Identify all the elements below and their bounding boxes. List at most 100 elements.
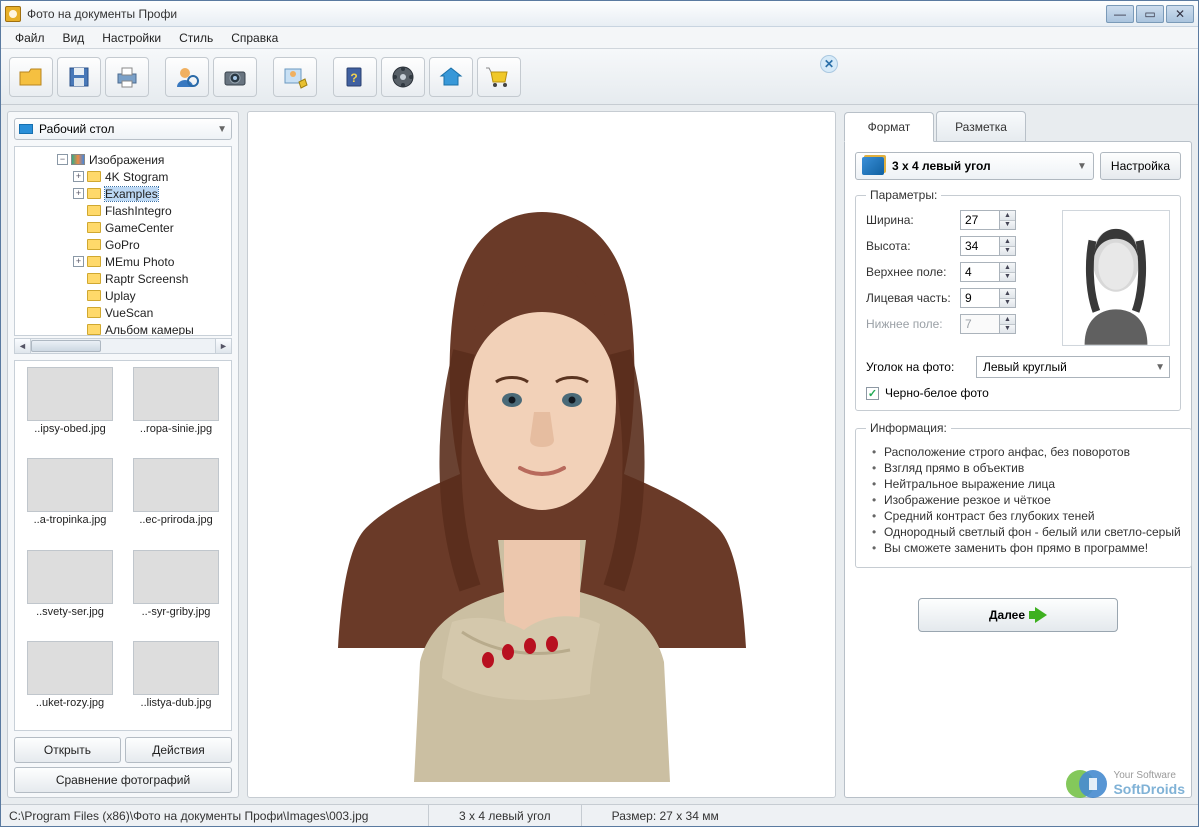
tree-item[interactable]: Raptr Screensh (17, 270, 229, 287)
info-item: Взгляд прямо в объектив (872, 461, 1181, 475)
toolbar-help-button[interactable]: ? (333, 57, 377, 97)
close-panel-icon[interactable]: ✕ (820, 55, 838, 73)
menu-file[interactable]: Файл (7, 29, 53, 47)
thumbnail-caption: ..svety-ser.jpg (21, 606, 119, 618)
spin-down[interactable]: ▼ (1000, 273, 1015, 282)
minimize-button[interactable]: — (1106, 5, 1134, 23)
thumbnail[interactable]: ..ec-priroda.jpg (127, 458, 225, 545)
thumbnail[interactable]: ..a-tropinka.jpg (21, 458, 119, 545)
bottom-input (961, 315, 999, 333)
top-input[interactable] (961, 263, 999, 281)
spin-up[interactable]: ▲ (1000, 237, 1015, 247)
width-input[interactable] (961, 211, 999, 229)
top-stepper[interactable]: ▲▼ (960, 262, 1016, 282)
toolbar-cart-button[interactable] (477, 57, 521, 97)
spin-down[interactable]: ▼ (1000, 221, 1015, 230)
tree-root[interactable]: − Изображения (17, 151, 229, 168)
spin-up[interactable]: ▲ (1000, 263, 1015, 273)
folder-icon (87, 239, 101, 250)
folder-tree[interactable]: − Изображения +4K Stogram+ExamplesFlashI… (14, 146, 232, 336)
spin-down[interactable]: ▼ (1000, 247, 1015, 256)
tree-item[interactable]: Альбом камеры (17, 321, 229, 336)
scroll-thumb[interactable] (31, 340, 101, 352)
compare-button[interactable]: Сравнение фотографий (14, 767, 232, 793)
toolbar-home-button[interactable] (429, 57, 473, 97)
menu-settings[interactable]: Настройки (94, 29, 169, 47)
statusbar: C:\Program Files (x86)\Фото на документы… (1, 804, 1198, 826)
expand-icon[interactable]: + (73, 256, 84, 267)
tab-body: 3 x 4 левый угол ▼ Настройка Параметры: … (844, 141, 1192, 798)
tree-item[interactable]: Uplay (17, 287, 229, 304)
toolbar: ? ✕ (1, 49, 1198, 105)
scroll-left-button[interactable]: ◄ (15, 339, 31, 353)
tree-item[interactable]: GameCenter (17, 219, 229, 236)
tree-item[interactable]: +MEmu Photo (17, 253, 229, 270)
format-settings-button[interactable]: Настройка (1100, 152, 1181, 180)
left-panel: Рабочий стол ▼ − Изображения +4K Stogram… (7, 111, 239, 798)
scroll-track[interactable] (31, 339, 215, 353)
height-input[interactable] (961, 237, 999, 255)
menu-view[interactable]: Вид (55, 29, 93, 47)
tree-hscrollbar[interactable]: ◄ ► (14, 338, 232, 354)
thumbnail[interactable]: ..ropa-sinie.jpg (127, 367, 225, 454)
toolbar-print-button[interactable] (105, 57, 149, 97)
preview-thumbnail (1062, 210, 1170, 346)
maximize-button[interactable]: ▭ (1136, 5, 1164, 23)
tab-layout[interactable]: Разметка (936, 111, 1026, 141)
tree-item[interactable]: + Examples (17, 185, 229, 202)
tree-root-label: Изображения (89, 153, 164, 167)
folder-icon (87, 273, 101, 284)
info-fieldset: Информация: Расположение строго анфас, б… (855, 421, 1192, 568)
toolbar-open-button[interactable] (9, 57, 53, 97)
format-select[interactable]: 3 x 4 левый угол ▼ (855, 152, 1094, 180)
menu-style[interactable]: Стиль (171, 29, 221, 47)
folder-selector[interactable]: Рабочий стол ▼ (14, 118, 232, 140)
spin-down[interactable]: ▼ (1000, 299, 1015, 308)
face-stepper[interactable]: ▲▼ (960, 288, 1016, 308)
tree-item-label: VueScan (105, 306, 153, 320)
face-input[interactable] (961, 289, 999, 307)
expand-icon[interactable]: + (73, 188, 84, 199)
close-button[interactable]: ✕ (1166, 5, 1194, 23)
toolbar-video-button[interactable] (381, 57, 425, 97)
toolbar-user-button[interactable] (165, 57, 209, 97)
folder-icon (87, 324, 101, 335)
tab-format[interactable]: Формат (844, 112, 934, 142)
open-button[interactable]: Открыть (14, 737, 121, 763)
spin-up[interactable]: ▲ (1000, 289, 1015, 299)
next-button[interactable]: Далее (918, 598, 1118, 632)
thumbnail[interactable]: ..svety-ser.jpg (21, 550, 119, 637)
thumbnail-caption: ..ipsy-obed.jpg (21, 423, 119, 435)
height-stepper[interactable]: ▲▼ (960, 236, 1016, 256)
thumbnail[interactable]: ..ipsy-obed.jpg (21, 367, 119, 454)
tree-item[interactable]: VueScan (17, 304, 229, 321)
menu-help[interactable]: Справка (223, 29, 286, 47)
width-stepper[interactable]: ▲▼ (960, 210, 1016, 230)
top-label: Верхнее поле: (866, 265, 960, 279)
expand-icon[interactable]: + (73, 171, 84, 182)
actions-button[interactable]: Действия (125, 737, 232, 763)
tree-item[interactable]: +4K Stogram (17, 168, 229, 185)
toolbar-replace-bg-button[interactable] (273, 57, 317, 97)
info-item: Вы сможете заменить фон прямо в программ… (872, 541, 1181, 555)
thumbnail[interactable]: ..listya-dub.jpg (127, 641, 225, 728)
corner-value: Левый круглый (983, 360, 1067, 374)
thumbnail-image (27, 641, 113, 695)
thumbnail-image (27, 458, 113, 512)
thumbnail[interactable]: ..uket-rozy.jpg (21, 641, 119, 728)
corner-select[interactable]: Левый круглый ▼ (976, 356, 1170, 378)
spin-up[interactable]: ▲ (1000, 211, 1015, 221)
tree-item-label: Examples (105, 187, 158, 201)
toolbar-save-button[interactable] (57, 57, 101, 97)
toolbar-camera-button[interactable] (213, 57, 257, 97)
thumbnail[interactable]: ..-syr-griby.jpg (127, 550, 225, 637)
bw-checkbox[interactable]: ✓ Черно-белое фото (866, 386, 1170, 400)
checkbox-icon: ✓ (866, 387, 879, 400)
tree-item[interactable]: FlashIntegro (17, 202, 229, 219)
collapse-icon[interactable]: − (57, 154, 68, 165)
scroll-right-button[interactable]: ► (215, 339, 231, 353)
app-icon (5, 6, 21, 22)
tree-item[interactable]: GoPro (17, 236, 229, 253)
corner-label: Уголок на фото: (866, 360, 968, 374)
bw-label: Черно-белое фото (885, 386, 989, 400)
